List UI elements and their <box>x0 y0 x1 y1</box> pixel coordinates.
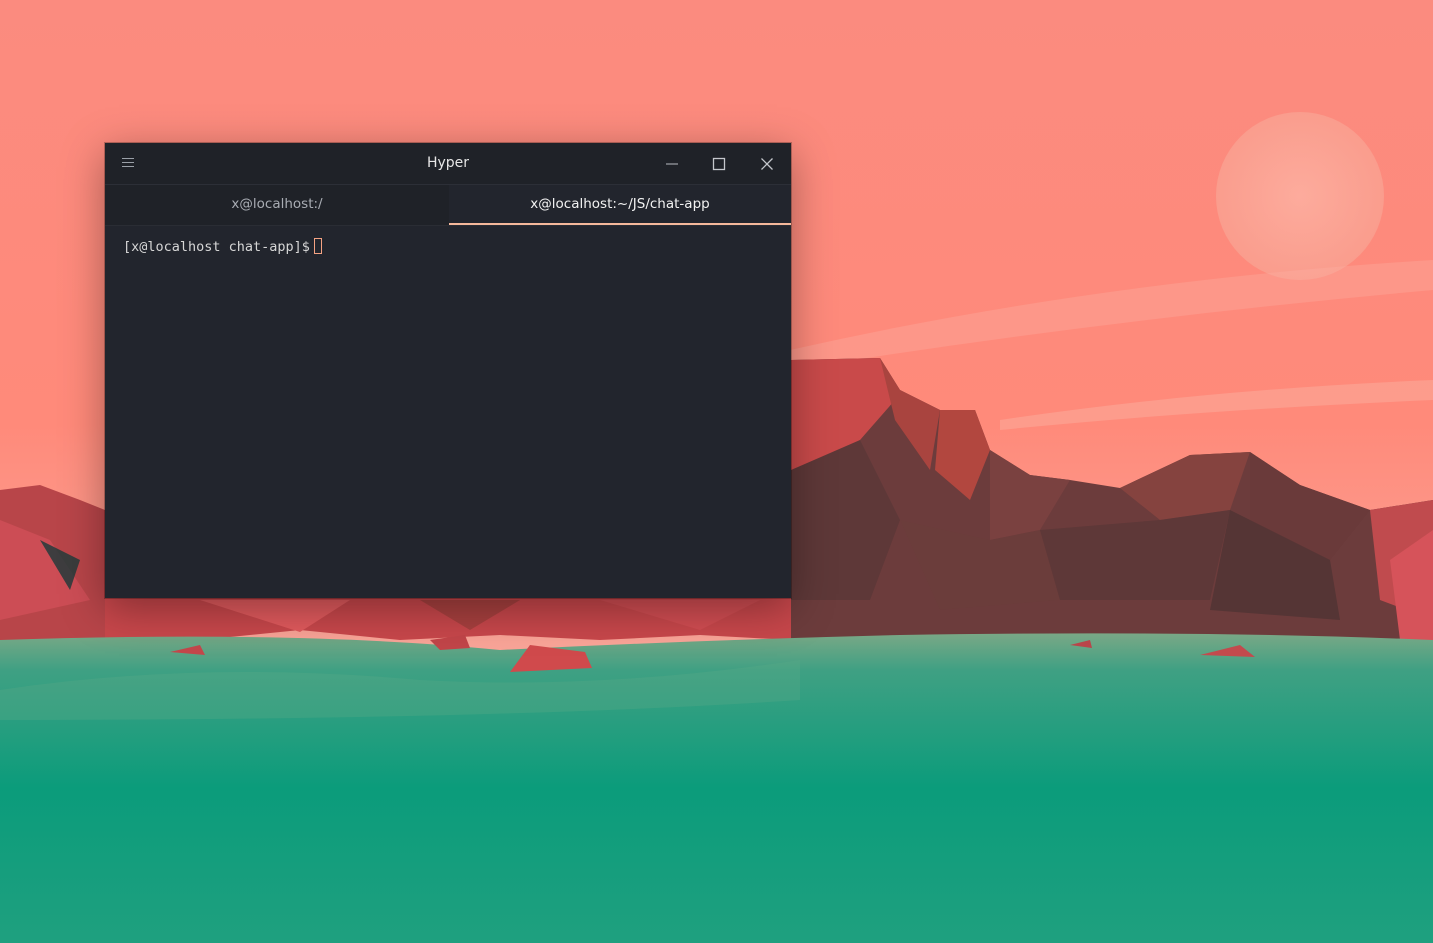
desktop: Hyper x@localhost:/ x@localhost:~/JS/cha… <box>0 0 1433 943</box>
terminal-area[interactable]: [x@localhost chat-app]$ <box>105 226 791 598</box>
close-icon <box>761 158 773 170</box>
minimize-icon <box>666 163 678 165</box>
maximize-icon <box>712 157 726 171</box>
terminal-cursor <box>314 238 322 254</box>
close-button[interactable] <box>754 151 780 177</box>
shell-prompt: [x@localhost chat-app]$ <box>123 239 319 255</box>
tab-root[interactable]: x@localhost:/ <box>105 185 449 225</box>
window-title: Hyper <box>426 155 470 171</box>
minimize-button[interactable] <box>659 151 685 177</box>
tab-chat-app[interactable]: x@localhost:~/JS/chat-app <box>449 185 791 225</box>
terminal-window: Hyper x@localhost:/ x@localhost:~/JS/cha… <box>105 143 791 598</box>
maximize-button[interactable] <box>706 151 732 177</box>
tab-bar: x@localhost:/ x@localhost:~/JS/chat-app <box>105 185 791 226</box>
active-tab-indicator <box>449 223 791 225</box>
hamburger-menu-icon[interactable] <box>122 156 136 170</box>
title-bar[interactable]: Hyper <box>105 143 791 185</box>
